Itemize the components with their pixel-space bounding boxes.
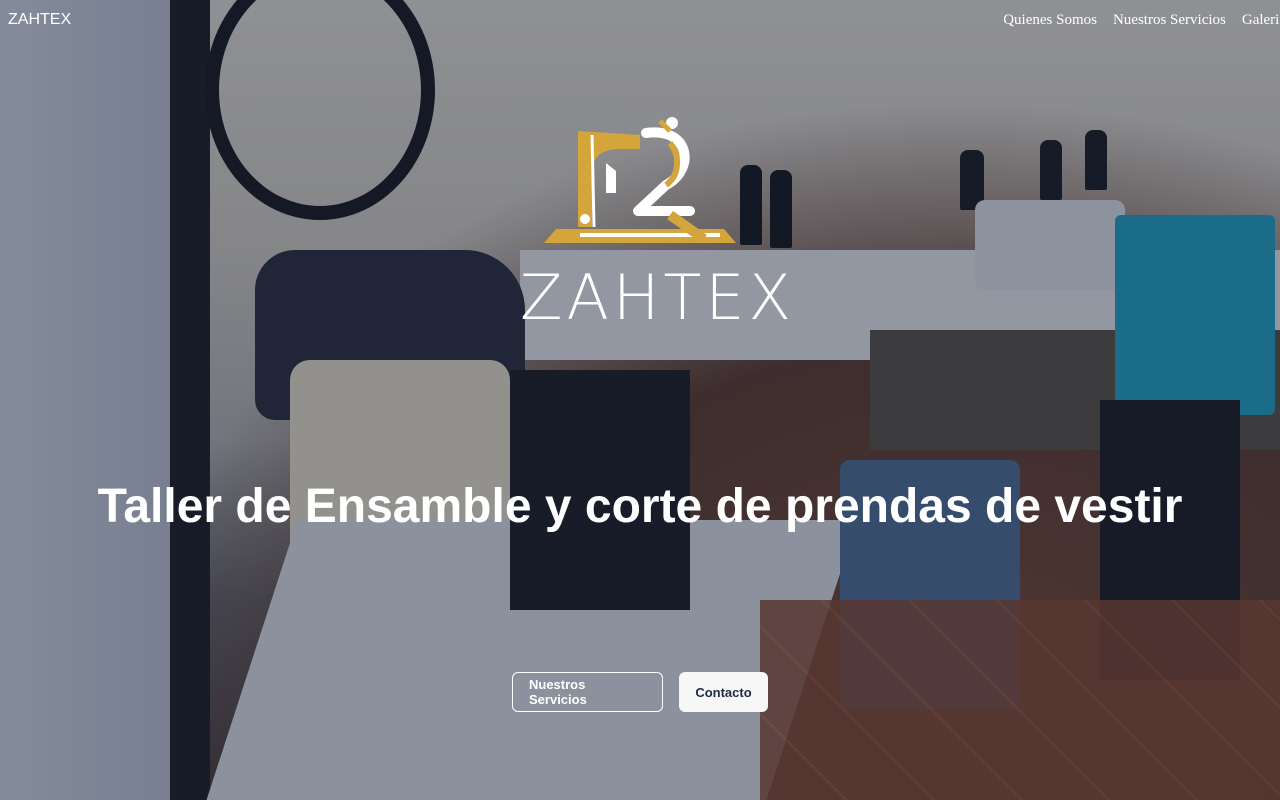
hero-cta-group: Nuestros Servicios Contacto — [0, 672, 1280, 712]
nav-link-nuestros-servicios[interactable]: Nuestros Servicios — [1113, 12, 1226, 29]
hero-headline: Taller de Ensamble y corte de prendas de… — [97, 480, 1183, 533]
contacto-button[interactable]: Contacto — [679, 672, 768, 712]
nuestros-servicios-button[interactable]: Nuestros Servicios — [512, 672, 663, 712]
nav-links: Quienes Somos Nuestros Servicios Galeria — [1003, 12, 1280, 29]
sewing-machine-icon — [544, 117, 736, 244]
nav-link-galeria[interactable]: Galeria — [1242, 12, 1280, 29]
hero-logo: ZAHTEX — [520, 115, 796, 335]
top-navbar: ZAHTEX Quienes Somos Nuestros Servicios … — [0, 0, 1280, 40]
brand-link[interactable]: ZAHTEX — [8, 11, 71, 29]
nav-link-quienes-somos[interactable]: Quienes Somos — [1003, 12, 1097, 29]
logo-wordmark: ZAHTEX — [520, 261, 796, 334]
